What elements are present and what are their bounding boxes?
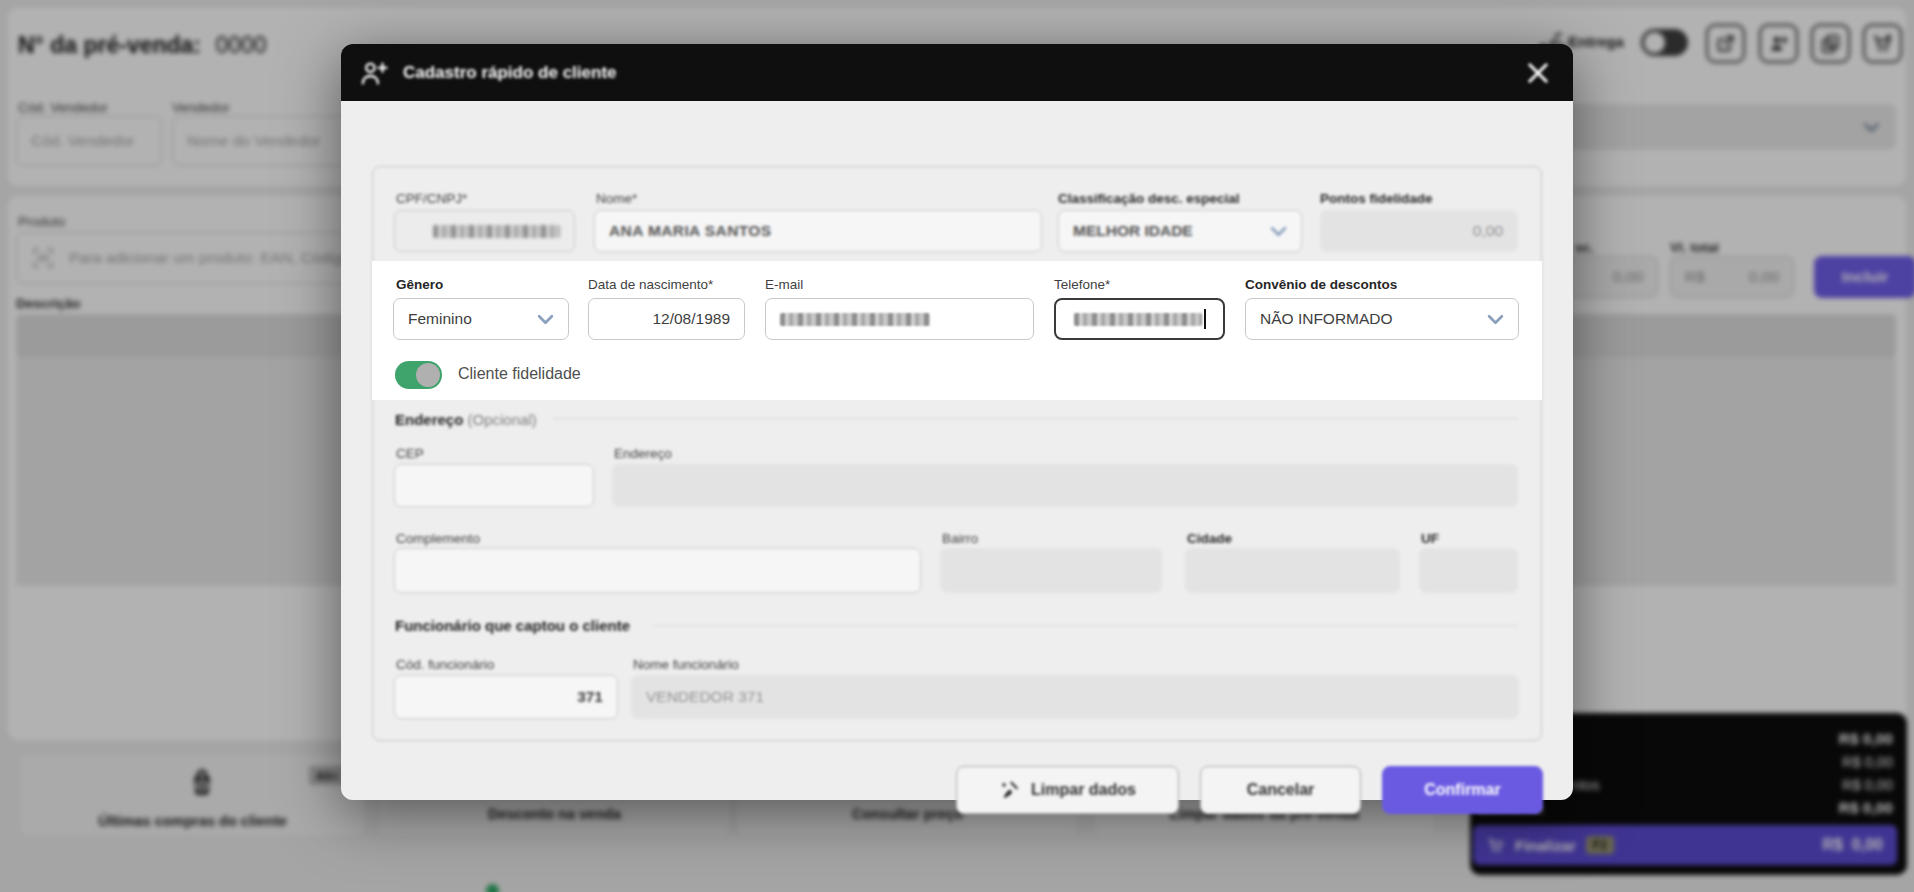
cart-plus-icon bbox=[1872, 33, 1893, 54]
limpar-dados-button[interactable]: Limpar dados bbox=[956, 766, 1179, 814]
presale-title: N° da pré-venda: 0000 bbox=[18, 32, 267, 59]
shortcut-badge: Alt+ bbox=[309, 766, 345, 785]
redacted-email-value bbox=[780, 313, 930, 326]
description-column-label: Descrição bbox=[16, 296, 81, 311]
incluir-button[interactable]: Incluir bbox=[1814, 256, 1914, 298]
chevron-down-icon bbox=[1270, 226, 1287, 237]
funcionario-section-title: Funcionário que captou o cliente bbox=[395, 617, 630, 634]
telefone-label: Telefone* bbox=[1054, 277, 1110, 292]
copy-document-icon: F bbox=[1820, 33, 1841, 54]
vl-total-label: Vl. total bbox=[1670, 240, 1719, 255]
vendor-label: Vendedor bbox=[172, 100, 230, 115]
svg-text:F: F bbox=[1828, 43, 1833, 50]
nome-funcionario-input: VENDEDOR 371 bbox=[631, 675, 1519, 719]
chevron-down-icon bbox=[1863, 122, 1880, 133]
screen: N° da pré-venda: 0000 Cód. Vendedor Vend… bbox=[0, 0, 1914, 892]
customer-quick-register-modal: Cadastro rápido de cliente CPF/CNPJ* Nom… bbox=[341, 44, 1573, 800]
cod-funcionario-label: Cód. funcionário bbox=[396, 657, 494, 672]
convenio-label: Convênio de descontos bbox=[1245, 277, 1397, 292]
status-dot bbox=[486, 884, 499, 892]
vendor-code-label: Cód. Vendedor bbox=[18, 100, 108, 115]
bairro-input bbox=[940, 548, 1162, 593]
nome-label: Nome* bbox=[596, 191, 637, 206]
nome-funcionario-label: Nome funcionário bbox=[633, 657, 739, 672]
finalize-button[interactable]: Finalizar F2 R$ 0,00 bbox=[1473, 825, 1897, 865]
nascimento-label: Data de nascimento* bbox=[588, 277, 713, 292]
cancelar-button[interactable]: Cancelar bbox=[1200, 766, 1361, 814]
form-section-box bbox=[372, 166, 1542, 741]
chevron-down-icon bbox=[537, 314, 554, 325]
cpf-input[interactable] bbox=[394, 210, 575, 252]
genero-select[interactable]: Feminino bbox=[393, 298, 569, 340]
chevron-down-icon bbox=[1487, 314, 1504, 325]
cart-icon bbox=[1487, 836, 1505, 854]
summary-row: ntos R$ 0,00 bbox=[1572, 775, 1893, 795]
share-button[interactable] bbox=[1706, 24, 1745, 63]
active-form-row: Gênero Feminino Data de nascimento* 12/0… bbox=[372, 261, 1542, 400]
classificacao-label: Classificação desc. especial bbox=[1058, 191, 1240, 206]
endereco-label: Endereço bbox=[614, 446, 672, 461]
redacted-telefone-value bbox=[1074, 313, 1202, 326]
classificacao-select[interactable]: MELHOR IDADE bbox=[1058, 210, 1302, 252]
fidelidade-label: Cliente fidelidade bbox=[458, 365, 581, 383]
pontos-input: 0,00 bbox=[1320, 210, 1518, 252]
close-icon[interactable] bbox=[1527, 62, 1549, 84]
email-label: E-mail bbox=[765, 277, 803, 292]
text-caret bbox=[1204, 309, 1206, 329]
modal-title: Cadastro rápido de cliente bbox=[403, 63, 617, 83]
last-purchases-button[interactable]: Últimas compras do cliente Alt+ bbox=[18, 752, 367, 838]
add-customer-button[interactable] bbox=[1759, 24, 1798, 63]
modal-body: CPF/CNPJ* Nome* ANA MARIA SANTOS Classif… bbox=[341, 101, 1573, 800]
nome-input[interactable]: ANA MARIA SANTOS bbox=[594, 210, 1042, 252]
uf-input bbox=[1419, 548, 1518, 593]
confirmar-button[interactable]: Confirmar bbox=[1382, 766, 1543, 814]
shopping-bag-icon bbox=[185, 765, 219, 799]
nascimento-input[interactable]: 12/08/1989 bbox=[588, 298, 745, 340]
cep-label: CEP bbox=[396, 446, 424, 461]
endereco-section-title: Endereço (Opcional) bbox=[395, 411, 537, 428]
vendor-code-input[interactable]: Cód. Vendedor bbox=[16, 116, 162, 166]
genero-label: Gênero bbox=[396, 277, 443, 292]
cod-funcionario-input[interactable]: 371 bbox=[394, 675, 618, 719]
presale-number: 0000 bbox=[215, 32, 266, 58]
cidade-label: Cidade bbox=[1187, 531, 1232, 546]
bairro-label: Bairro bbox=[942, 531, 978, 546]
f2-key-badge: F2 bbox=[1586, 836, 1614, 854]
cart-add-button[interactable] bbox=[1863, 24, 1902, 63]
email-input[interactable] bbox=[765, 298, 1034, 340]
endereco-input bbox=[612, 464, 1518, 507]
pontos-label: Pontos fidelidade bbox=[1320, 191, 1433, 206]
copy-document-button[interactable]: F bbox=[1811, 24, 1850, 63]
cpf-label: CPF/CNPJ* bbox=[396, 191, 467, 206]
vl-total-input: R$ 0,00 bbox=[1670, 256, 1794, 298]
barcode-scan-icon bbox=[31, 246, 55, 270]
uf-label: UF bbox=[1421, 531, 1439, 546]
person-add-icon bbox=[1768, 33, 1789, 54]
person-add-icon bbox=[360, 60, 390, 86]
share-icon bbox=[1715, 33, 1736, 54]
complemento-label: Complemento bbox=[396, 531, 480, 546]
complemento-input[interactable] bbox=[394, 548, 921, 593]
desc-label-fragment: sc. bbox=[1575, 240, 1594, 255]
delivery-toggle[interactable] bbox=[1641, 29, 1688, 56]
cep-input[interactable] bbox=[394, 464, 594, 507]
redacted-cpf-value bbox=[433, 225, 560, 238]
broom-icon bbox=[999, 779, 1021, 801]
modal-header: Cadastro rápido de cliente bbox=[341, 44, 1573, 101]
fidelidade-toggle[interactable] bbox=[395, 361, 442, 389]
telefone-input[interactable] bbox=[1054, 298, 1225, 340]
delivery-label: Entrega bbox=[1568, 33, 1624, 50]
product-label: Produto bbox=[18, 214, 65, 229]
convenio-select[interactable]: NÃO INFORMADO bbox=[1245, 298, 1519, 340]
cidade-input bbox=[1185, 548, 1400, 593]
